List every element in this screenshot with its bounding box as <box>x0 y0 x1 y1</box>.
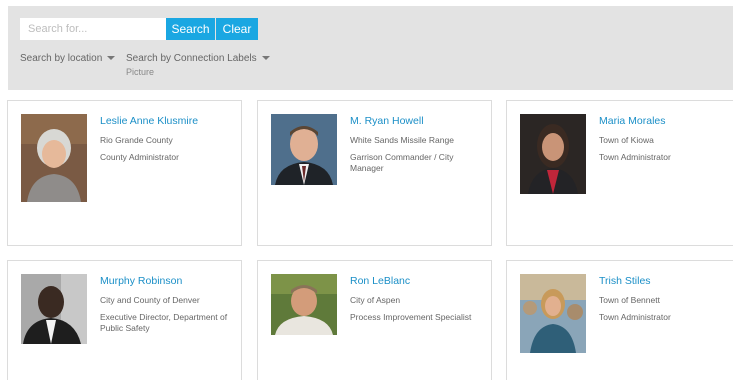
avatar[interactable] <box>520 114 586 194</box>
connection-labels-filter-label: Search by Connection Labels <box>126 53 257 64</box>
person-info: Ron LeBlanc City of Aspen Process Improv… <box>350 274 486 323</box>
person-organization: Town of Bennett <box>599 295 660 305</box>
connection-labels-filter-dropdown[interactable]: Search by Connection Labels <box>126 53 270 64</box>
person-name-link[interactable]: Ron LeBlanc <box>350 274 486 288</box>
person-name-link[interactable]: Murphy Robinson <box>100 274 236 288</box>
person-info: Maria Morales Town of Kiowa Town Adminis… <box>599 114 733 163</box>
clear-button[interactable]: Clear <box>216 18 258 40</box>
person-card: Trish Stiles Town of Bennett Town Admini… <box>506 260 733 380</box>
person-name-link[interactable]: Trish Stiles <box>599 274 733 288</box>
avatar[interactable] <box>21 114 87 202</box>
person-title: Town Administrator <box>599 312 671 322</box>
person-title: Town Administrator <box>599 152 671 162</box>
person-title: Garrison Commander / City Manager <box>350 152 454 173</box>
person-card: Leslie Anne Klusmire Rio Grande County C… <box>7 100 242 246</box>
person-info: Leslie Anne Klusmire Rio Grande County C… <box>100 114 236 163</box>
avatar[interactable] <box>21 274 87 344</box>
person-card: Murphy Robinson City and County of Denve… <box>7 260 242 380</box>
person-title: Executive Director, Department of Public… <box>100 312 228 333</box>
avatar[interactable] <box>520 274 586 353</box>
person-title: Process Improvement Specialist <box>350 312 472 322</box>
person-card: M. Ryan Howell White Sands Missile Range… <box>257 100 492 246</box>
person-name-link[interactable]: Leslie Anne Klusmire <box>100 114 236 128</box>
person-name-link[interactable]: M. Ryan Howell <box>350 114 486 128</box>
person-info: M. Ryan Howell White Sands Missile Range… <box>350 114 486 174</box>
avatar[interactable] <box>271 274 337 335</box>
person-info: Murphy Robinson City and County of Denve… <box>100 274 236 334</box>
chevron-down-icon <box>107 56 116 61</box>
person-name-link[interactable]: Maria Morales <box>599 114 733 128</box>
location-filter-label: Search by location <box>20 53 103 64</box>
search-panel: Search Clear Search by location Search b… <box>8 6 733 90</box>
person-card: Ron LeBlanc City of Aspen Process Improv… <box>257 260 492 380</box>
connection-labels-selected-value: Picture <box>126 67 155 77</box>
person-organization: City of Aspen <box>350 295 401 305</box>
person-organization: Town of Kiowa <box>599 135 654 145</box>
search-button[interactable]: Search <box>166 18 215 40</box>
person-organization: City and County of Denver <box>100 295 200 305</box>
person-card: Maria Morales Town of Kiowa Town Adminis… <box>506 100 733 246</box>
person-info: Trish Stiles Town of Bennett Town Admini… <box>599 274 733 323</box>
person-organization: White Sands Missile Range <box>350 135 454 145</box>
location-filter-dropdown[interactable]: Search by location <box>20 53 116 64</box>
person-organization: Rio Grande County <box>100 135 173 145</box>
chevron-down-icon <box>261 56 270 61</box>
person-title: County Administrator <box>100 152 179 162</box>
avatar[interactable] <box>271 114 337 185</box>
search-input[interactable] <box>20 18 166 40</box>
